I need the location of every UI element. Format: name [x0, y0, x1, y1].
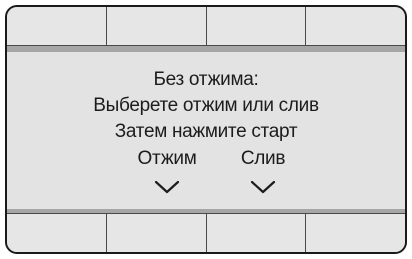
option-spin[interactable]: Отжим — [122, 148, 212, 194]
option-drain-label: Слив — [240, 148, 286, 169]
bottom-soft-key-4[interactable] — [306, 214, 405, 252]
option-spin-label: Отжим — [137, 148, 197, 169]
bottom-soft-key-3[interactable] — [206, 214, 307, 252]
chevron-down-icon — [154, 180, 180, 194]
top-soft-key-4[interactable] — [306, 7, 405, 45]
option-drain[interactable]: Слив — [218, 148, 308, 194]
top-soft-key-row — [7, 7, 405, 46]
bottom-soft-key-1[interactable] — [7, 214, 107, 252]
bottom-soft-key-2[interactable] — [106, 214, 207, 252]
screen-title: Без отжима: — [153, 69, 259, 90]
instruction-line-2: Затем нажмите старт — [114, 121, 298, 142]
top-soft-key-2[interactable] — [106, 7, 207, 45]
bottom-soft-key-row — [7, 213, 405, 252]
instruction-line-1: Выберете отжим или слив — [93, 95, 319, 116]
message-area: Без отжима: Выберете отжим или слив Зате… — [7, 52, 405, 209]
chevron-down-icon — [250, 180, 276, 194]
top-soft-key-3[interactable] — [206, 7, 307, 45]
control-panel-display: Без отжима: Выберете отжим или слив Зате… — [5, 5, 407, 254]
top-soft-key-1[interactable] — [7, 7, 107, 45]
